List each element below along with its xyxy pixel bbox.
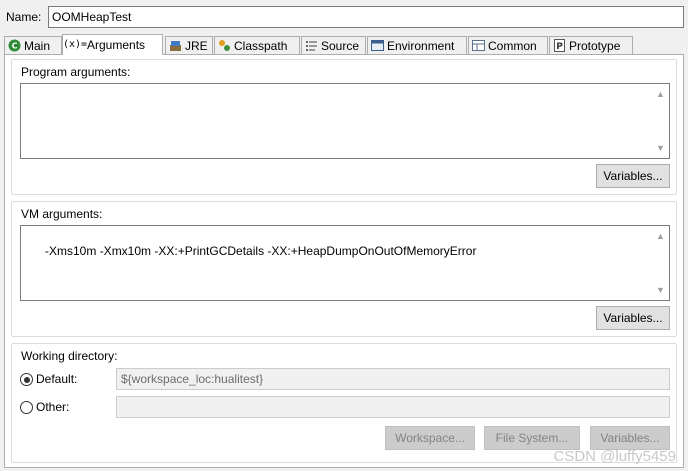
tab-classpath[interactable]: Classpath — [214, 36, 300, 54]
tab-main-label: Main — [24, 38, 51, 53]
file-system-button[interactable]: File System... — [484, 426, 580, 450]
tab-source-label: Source — [321, 38, 360, 53]
watermark: CSDN @luffy5459 — [553, 448, 676, 465]
svg-text:C: C — [12, 42, 18, 51]
classpath-icon — [218, 39, 231, 52]
tab-strip: C Main (x)= Arguments JRE Classpath Sour… — [4, 34, 684, 55]
common-icon — [472, 39, 485, 52]
arguments-icon: (x)= — [62, 39, 88, 50]
tab-prototype-label: Prototype — [569, 38, 621, 53]
tab-environment-label: Environment — [387, 38, 455, 53]
workspace-button[interactable]: Workspace... — [385, 426, 475, 450]
tab-jre[interactable]: JRE — [165, 36, 213, 54]
working-directory-group: Working directory: Default: ${workspace_… — [11, 343, 677, 463]
other-directory-field — [116, 396, 670, 418]
tab-classpath-label: Classpath — [234, 38, 288, 53]
jre-icon — [169, 39, 182, 52]
vm-arguments-variables-button[interactable]: Variables... — [596, 306, 670, 330]
default-radio[interactable] — [20, 373, 33, 386]
working-directory-title: Working directory: — [21, 349, 118, 363]
tab-prototype[interactable]: P Prototype — [549, 36, 633, 54]
other-radio-label[interactable]: Other: — [36, 400, 69, 414]
program-arguments-scrollbar[interactable]: ▲ ▼ — [652, 85, 668, 157]
vm-arguments-value: -Xms10m -Xmx10m -XX:+PrintGCDetails -XX:… — [45, 244, 477, 258]
tab-main[interactable]: C Main — [4, 36, 62, 54]
default-radio-label[interactable]: Default: — [36, 372, 77, 386]
other-radio[interactable] — [20, 401, 33, 414]
program-arguments-variables-button[interactable]: Variables... — [596, 164, 670, 188]
vm-arguments-group: VM arguments: -Xms10m -Xmx10m -XX:+Print… — [11, 201, 677, 337]
name-input[interactable] — [48, 6, 684, 28]
default-directory-field: ${workspace_loc:hualitest} — [116, 368, 670, 390]
program-arguments-group: Program arguments: ▲ ▼ Variables... — [11, 59, 677, 195]
vm-arguments-textarea[interactable]: -Xms10m -Xmx10m -XX:+PrintGCDetails -XX:… — [20, 225, 670, 301]
prototype-icon: P — [553, 39, 566, 52]
tab-arguments-label: Arguments — [87, 38, 146, 52]
name-label: Name: — [6, 10, 42, 24]
main-tab-icon: C — [8, 39, 21, 52]
tab-environment[interactable]: Environment — [367, 36, 467, 54]
tab-common[interactable]: Common — [468, 36, 548, 54]
tab-common-label: Common — [488, 38, 537, 53]
environment-icon — [371, 39, 384, 52]
scroll-down-icon[interactable]: ▼ — [656, 143, 665, 153]
source-icon — [305, 39, 318, 52]
vm-arguments-title: VM arguments: — [21, 207, 103, 221]
tab-source[interactable]: Source — [301, 36, 366, 54]
svg-text:P: P — [556, 42, 563, 52]
vm-arguments-scrollbar[interactable]: ▲ ▼ — [652, 227, 668, 299]
tab-arguments[interactable]: (x)= Arguments — [62, 34, 163, 55]
scroll-down-icon[interactable]: ▼ — [656, 285, 665, 295]
scroll-up-icon[interactable]: ▲ — [656, 231, 665, 241]
tab-jre-label: JRE — [185, 38, 208, 53]
arguments-tab-panel: Program arguments: ▲ ▼ Variables... VM a… — [4, 54, 684, 468]
program-arguments-textarea[interactable]: ▲ ▼ — [20, 83, 670, 159]
working-directory-variables-button[interactable]: Variables... — [590, 426, 670, 450]
scroll-up-icon[interactable]: ▲ — [656, 89, 665, 99]
program-arguments-title: Program arguments: — [21, 65, 131, 79]
